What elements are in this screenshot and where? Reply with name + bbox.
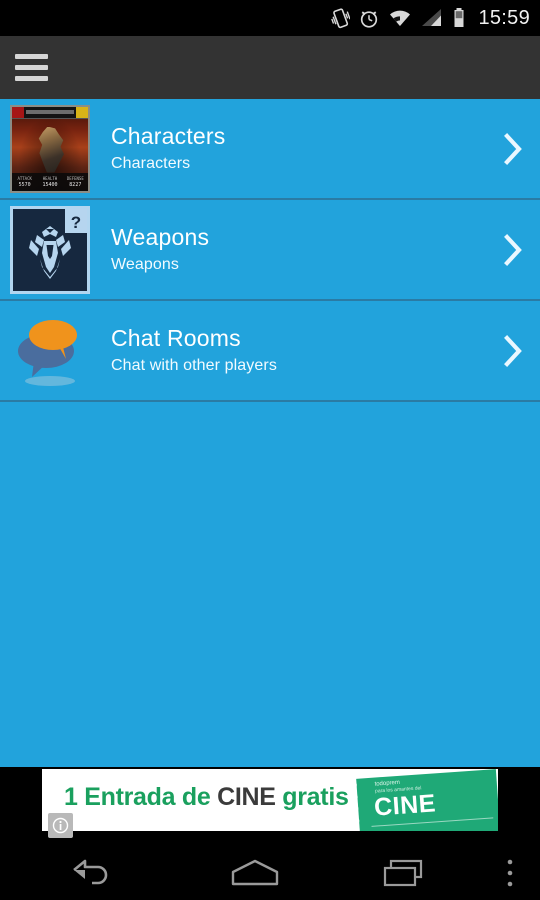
ad-headline-part1: 1 Entrada de	[64, 783, 218, 811]
list-item-title: Characters	[111, 122, 226, 149]
autobot-logo-thumbnail: ?	[10, 205, 90, 294]
card-stat-defense: DEFENSE 8227	[66, 175, 84, 188]
card-rank-badge	[12, 106, 24, 118]
card-stats-strip: ATTACK 5570 HEALTH 15400 DEFENSE 8227	[12, 172, 88, 191]
characters-thumbnail: ATTACK 5570 HEALTH 15400 DEFENSE 8227	[10, 104, 90, 193]
ticket-perforation	[356, 778, 366, 831]
recents-icon[interactable]	[330, 845, 480, 900]
list-item-text: Weapons Weapons	[111, 224, 486, 276]
ad-banner[interactable]: 1 Entrada de CINE gratis todoprem para l…	[42, 769, 498, 831]
wifi-icon	[388, 8, 412, 28]
ad-headline-part3: gratis	[275, 783, 349, 811]
list-item-title: Chat Rooms	[111, 324, 241, 351]
main-list: ATTACK 5570 HEALTH 15400 DEFENSE 8227 Ch…	[0, 99, 540, 767]
ad-info-icon[interactable]	[48, 813, 73, 838]
list-item-text: Characters Characters	[111, 123, 486, 175]
hamburger-bar	[14, 76, 48, 81]
home-icon[interactable]	[180, 845, 330, 900]
hamburger-bar	[14, 65, 48, 70]
alarm-icon	[359, 8, 379, 29]
list-item-subtitle: Characters	[111, 154, 191, 172]
navigation-bar	[0, 845, 540, 900]
card-header-strip	[12, 106, 88, 119]
card-level-badge	[76, 106, 88, 118]
battery-icon	[452, 7, 466, 29]
chat-bubbles-thumbnail	[10, 307, 90, 395]
list-item-subtitle: Weapons	[111, 255, 180, 273]
signal-icon	[421, 8, 443, 28]
vibrate-icon	[330, 7, 351, 29]
back-icon[interactable]	[0, 845, 180, 900]
list-item-subtitle: Chat with other players	[111, 356, 277, 374]
chevron-right-icon[interactable]	[486, 132, 540, 166]
android-screen: 15:59 ATTACK 5570 HEALTH 15400 DEFENSE 8…	[0, 0, 540, 900]
list-item-title: Weapons	[111, 223, 210, 250]
action-bar	[0, 36, 540, 99]
card-robot-art	[38, 126, 64, 173]
ad-headline-part2: CINE	[217, 783, 276, 811]
overflow-menu-icon[interactable]	[480, 845, 540, 900]
card-stat-attack: ATTACK 5570	[17, 175, 32, 188]
list-item-chat-rooms[interactable]: Chat Rooms Chat with other players	[0, 301, 540, 402]
cinema-ticket-graphic: todoprem para los amantes del CINE	[356, 769, 498, 831]
question-badge: ?	[65, 208, 87, 233]
hamburger-menu-icon[interactable]	[0, 36, 62, 99]
chevron-right-icon[interactable]	[486, 334, 540, 368]
svg-text:?: ?	[71, 213, 81, 232]
list-item-weapons[interactable]: ? Weapons Weapons	[0, 200, 540, 301]
list-item-text: Chat Rooms Chat with other players	[111, 325, 486, 377]
status-bar: 15:59	[0, 0, 540, 36]
hamburger-bar	[14, 54, 48, 59]
chat-rooms-thumbnail	[10, 307, 90, 395]
status-bar-clock: 15:59	[478, 6, 530, 29]
ad-area: 1 Entrada de CINE gratis todoprem para l…	[0, 767, 540, 845]
list-item-characters[interactable]: ATTACK 5570 HEALTH 15400 DEFENSE 8227 Ch…	[0, 99, 540, 200]
chevron-right-icon[interactable]	[486, 233, 540, 267]
ad-headline: 1 Entrada de CINE gratis	[64, 783, 349, 812]
transformers-card-thumbnail: ATTACK 5570 HEALTH 15400 DEFENSE 8227	[10, 104, 90, 193]
card-stat-health: HEALTH 15400	[42, 175, 58, 188]
card-name-strip	[26, 110, 74, 114]
ticket-cine-label: CINE	[373, 789, 437, 822]
weapons-thumbnail: ?	[10, 205, 90, 294]
